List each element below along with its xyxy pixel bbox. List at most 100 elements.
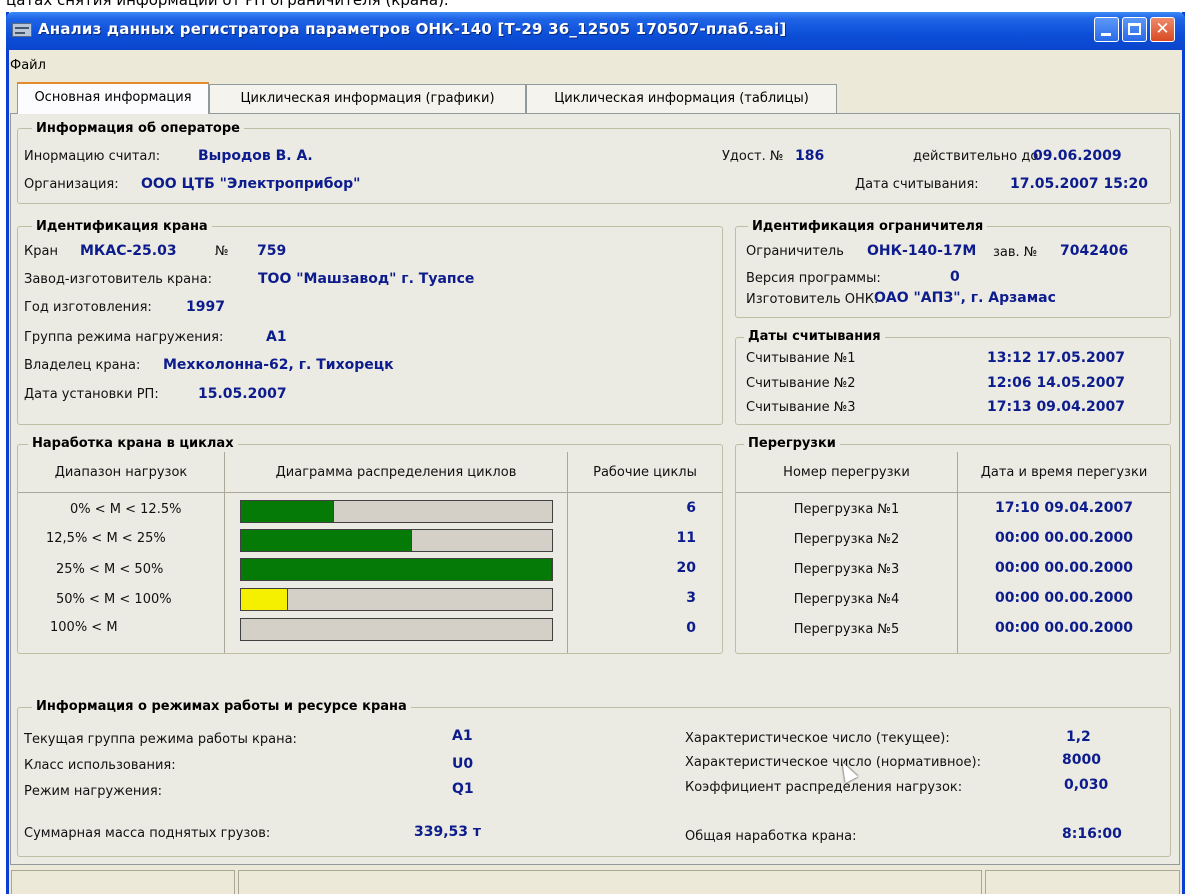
overload-5-label: Перегрузка №5 — [793, 622, 900, 637]
cycles-bar-4 — [240, 588, 553, 611]
install-date-value: 15.05.2007 — [198, 386, 287, 402]
cycles-header-divider — [18, 492, 722, 493]
minimize-icon — [1101, 33, 1111, 36]
version-label: Версия программы: — [746, 271, 881, 286]
cycles-count-1: 6 — [686, 500, 696, 516]
read-3-value: 17:13 09.04.2007 — [987, 399, 1126, 415]
serial-value: 7042406 — [1060, 243, 1129, 259]
modes-group-title: Информация о режимах работы и ресурсе кр… — [32, 699, 411, 714]
cycles-bar-1-fill — [241, 501, 335, 522]
overload-2-value: 00:00 00.00.2000 — [994, 530, 1133, 546]
cycles-count-3: 20 — [676, 560, 696, 576]
cycles-col-divider-1 — [224, 452, 225, 653]
overloads-header-divider — [736, 492, 1170, 493]
char-norm-value: 8000 — [1062, 752, 1101, 768]
range-3-label: 25% < M < 50% — [56, 562, 164, 577]
char-norm-label: Характеристическое число (нормативное): — [685, 755, 981, 770]
cycles-bar-5 — [240, 618, 553, 641]
overload-1-value: 17:10 09.04.2007 — [994, 500, 1133, 516]
range-4-label: 50% < M < 100% — [56, 592, 172, 607]
close-button[interactable]: ✕ — [1150, 17, 1175, 42]
status-panel-2 — [238, 870, 982, 894]
range-2-label: 12,5% < M < 25% — [46, 531, 166, 546]
cycles-col-chart: Диаграмма распределения циклов — [275, 465, 517, 480]
org-value: ООО ЦТБ "Электроприбор" — [141, 176, 361, 192]
total-time-value: 8:16:00 — [1062, 826, 1122, 842]
cert-value: 186 — [795, 148, 825, 164]
version-value: 0 — [950, 269, 960, 285]
overload-4-value: 00:00 00.00.2000 — [994, 590, 1133, 606]
tab-cyclic-graphs[interactable]: Циклическая информация (графики) — [209, 84, 526, 113]
serial-label: зав. № — [993, 245, 1038, 260]
cycles-col-cycles: Рабочие циклы — [593, 465, 697, 480]
cycles-bar-2-fill — [241, 530, 413, 551]
crane-model-value: МКАС-25.03 — [80, 243, 177, 259]
tab-main-info[interactable]: Основная информация — [17, 82, 209, 114]
crane-label: Кран — [24, 244, 58, 259]
cycles-bar-3-fill — [241, 559, 552, 580]
year-label: Год изготовления: — [24, 300, 152, 315]
read-2-value: 12:06 14.05.2007 — [987, 375, 1126, 391]
char-current-value: 1,2 — [1066, 729, 1091, 745]
tab-cyclic-tables[interactable]: Циклическая информация (таблицы) — [526, 84, 837, 113]
overload-5-value: 00:00 00.00.2000 — [994, 620, 1133, 636]
read-1-value: 13:12 17.05.2007 — [987, 350, 1126, 366]
overloads-group-title: Перегрузки — [744, 436, 840, 451]
total-time-label: Общая наработка крана: — [685, 829, 857, 844]
overloads-col-no: Номер перегрузки — [783, 465, 910, 480]
read-by-label: Инормацию считал: — [24, 149, 161, 164]
minimize-button[interactable] — [1094, 17, 1119, 42]
usage-class-label: Класс использования: — [24, 758, 176, 773]
load-dist-value: 0,030 — [1064, 777, 1109, 793]
load-mode-value: Q1 — [452, 781, 474, 797]
cycles-count-5: 0 — [686, 620, 696, 636]
cert-label: Удост. № — [722, 149, 784, 164]
maximize-icon — [1128, 23, 1141, 35]
total-mass-label: Суммарная масса поднятых грузов: — [24, 826, 271, 841]
read-3-label: Считывание №3 — [746, 400, 856, 415]
read-by-value: Выродов В. А. — [198, 148, 313, 164]
cycles-col-divider-2 — [567, 452, 568, 653]
overload-2-label: Перегрузка №2 — [793, 532, 900, 547]
read-2-label: Считывание №2 — [746, 376, 856, 391]
operator-group — [17, 128, 1171, 204]
owner-value: Мехколонна-62, г. Тихорецк — [163, 357, 394, 373]
maximize-button[interactable] — [1122, 17, 1147, 42]
limiter-maker-label: Изготовитель ОНК: — [746, 292, 879, 307]
cycles-bar-3 — [240, 558, 553, 581]
valid-until-label: действительно до — [913, 149, 1039, 164]
overload-3-label: Перегрузка №3 — [793, 562, 900, 577]
crane-no-label: № — [215, 244, 229, 259]
usage-class-value: U0 — [452, 756, 474, 772]
overload-1-label: Перегрузка №1 — [793, 502, 900, 517]
current-group-label: Текущая группа режима работы крана: — [24, 732, 297, 747]
window-title: Анализ данных регистратора параметров ОН… — [38, 20, 787, 38]
menu-file[interactable]: Файл — [10, 58, 46, 73]
maker-value: ТОО "Машзавод" г. Туапсе — [258, 271, 475, 287]
limiter-value: ОНК-140-17М — [867, 243, 977, 259]
cycles-group-title: Наработка крана в циклах — [28, 436, 238, 451]
status-panel-1 — [11, 870, 235, 894]
status-panel-3 — [985, 870, 1180, 894]
cycles-bar-1 — [240, 500, 553, 523]
limiter-maker-value: ОАО "АПЗ", г. Арзамас — [874, 290, 1056, 306]
cycles-bar-2 — [240, 529, 553, 552]
crane-no-value: 759 — [257, 243, 287, 259]
menu-bar — [9, 50, 1182, 75]
year-value: 1997 — [186, 299, 225, 315]
overloads-col-time: Дата и время перегузки — [980, 465, 1148, 480]
load-mode-label: Режим нагружения: — [24, 784, 163, 799]
total-mass-value: 339,53 т — [414, 824, 482, 840]
range-5-label: 100% < M — [50, 620, 118, 635]
cycles-bar-4-fill — [241, 589, 288, 610]
limiter-group-title: Идентификация ограничителя — [748, 219, 988, 234]
read-dates-title: Даты считывания — [744, 329, 885, 344]
read-1-label: Считывание №1 — [746, 351, 856, 366]
valid-until-value: 09.06.2009 — [1033, 148, 1122, 164]
top-caption: цатах снятия информации от РП ограничите… — [6, 0, 449, 9]
char-current-label: Характеристическое число (текущее): — [685, 731, 950, 746]
limiter-label: Ограничитель — [746, 244, 844, 259]
overload-3-value: 00:00 00.00.2000 — [994, 560, 1133, 576]
current-group-value: А1 — [452, 728, 473, 744]
close-icon: ✕ — [1155, 19, 1170, 39]
